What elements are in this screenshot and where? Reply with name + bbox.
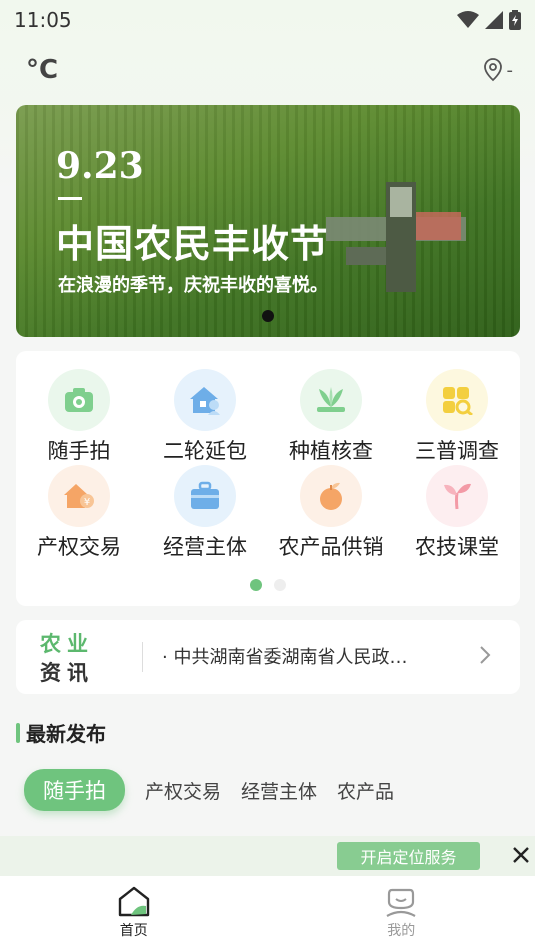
status-bar: 11:05	[0, 0, 535, 40]
temperature-display: °C	[26, 55, 59, 85]
pager-dot[interactable]	[274, 579, 286, 591]
tab-property-trade[interactable]: 产权交易	[145, 777, 221, 804]
chevron-right-icon[interactable]	[478, 644, 492, 666]
fruit-icon	[300, 465, 362, 527]
tab-snapshot[interactable]: 随手拍	[24, 769, 125, 811]
location-text: -	[506, 59, 514, 81]
grid-item-label: 二轮延包	[163, 439, 247, 463]
house-coin-icon: ¥	[48, 465, 110, 527]
grid-item-label: 经营主体	[163, 535, 247, 559]
location-pin-icon	[483, 58, 502, 82]
enable-location-button[interactable]: 开启定位服务	[337, 842, 480, 870]
grid-item-label: 种植核查	[289, 439, 373, 463]
grid-item-label: 农技课堂	[415, 535, 499, 559]
wifi-icon	[457, 11, 479, 28]
close-icon[interactable]	[512, 846, 530, 864]
banner-subtitle: 在浪漫的季节，庆祝丰收的喜悦。	[58, 275, 328, 296]
grid-item-property-trade[interactable]: ¥ 产权交易	[16, 465, 142, 561]
harvester-image	[326, 182, 466, 292]
camera-icon	[48, 369, 110, 431]
nav-home[interactable]: 首页	[0, 876, 268, 951]
news-headline[interactable]: · 中共湖南省委湖南省人民政…	[162, 643, 407, 669]
banner-title: 中国农民丰收节	[56, 221, 330, 266]
nav-mine[interactable]: 我的	[268, 876, 535, 951]
grid-item-census[interactable]: 三普调查	[394, 369, 520, 465]
banner-divider	[58, 197, 82, 200]
profile-icon	[386, 888, 416, 917]
grid-item-camera[interactable]: 随手拍	[16, 369, 142, 465]
sprout-icon	[426, 465, 488, 527]
status-icons	[457, 10, 521, 30]
grid-item-label: 三普调查	[415, 439, 499, 463]
home-icon	[118, 886, 149, 917]
location-prompt-bar: 开启定位服务	[0, 836, 535, 876]
grid-item-agri-class[interactable]: 农技课堂	[394, 465, 520, 561]
grid-item-label: 农产品供销	[278, 535, 384, 559]
function-grid: 随手拍 二轮延包 种植核查 三普调查 ¥ 产权交易 经营主体 农产品供销 农技课…	[16, 351, 520, 606]
grid-item-label: 随手拍	[47, 439, 111, 463]
grid-pager	[250, 579, 286, 591]
news-divider	[142, 642, 143, 672]
survey-icon	[426, 369, 488, 431]
latest-section-title: 最新发布	[16, 718, 106, 747]
bottom-nav: 首页 我的	[0, 876, 535, 951]
app-header: °C -	[0, 52, 535, 88]
latest-tabs: 随手拍 产权交易 经营主体 农产品	[24, 769, 394, 811]
banner-carousel[interactable]: 9.23 中国农民丰收节 在浪漫的季节，庆祝丰收的喜悦。	[16, 105, 520, 337]
signal-icon	[485, 11, 503, 29]
grid-item-business-entity[interactable]: 经营主体	[142, 465, 268, 561]
pager-dot-active[interactable]	[250, 579, 262, 591]
nav-home-label: 首页	[119, 923, 148, 939]
grid-item-label: 产权交易	[37, 535, 121, 559]
location-selector[interactable]: -	[483, 58, 514, 82]
grid-item-land-contract[interactable]: 二轮延包	[142, 369, 268, 465]
grid-item-supply-sales[interactable]: 农产品供销	[268, 465, 394, 561]
section-title-text: 最新发布	[26, 722, 106, 746]
battery-icon	[509, 10, 521, 30]
tab-business-entity[interactable]: 经营主体	[241, 777, 317, 804]
tab-agri-products[interactable]: 农产品	[337, 777, 394, 804]
banner-date: 9.23	[56, 145, 144, 187]
section-accent-bar	[16, 722, 20, 743]
news-ticker[interactable]: 农业 资讯 · 中共湖南省委湖南省人民政…	[16, 620, 520, 694]
plant-icon	[300, 369, 362, 431]
nav-mine-label: 我的	[387, 923, 416, 939]
briefcase-icon	[174, 465, 236, 527]
svg-text:¥: ¥	[84, 497, 90, 508]
grid-item-planting-check[interactable]: 种植核查	[268, 369, 394, 465]
news-logo-line2: 资讯	[40, 661, 94, 685]
news-logo-line1: 农业	[40, 632, 94, 656]
house-user-icon	[174, 369, 236, 431]
carousel-indicator[interactable]	[262, 310, 274, 322]
status-time: 11:05	[14, 8, 72, 32]
